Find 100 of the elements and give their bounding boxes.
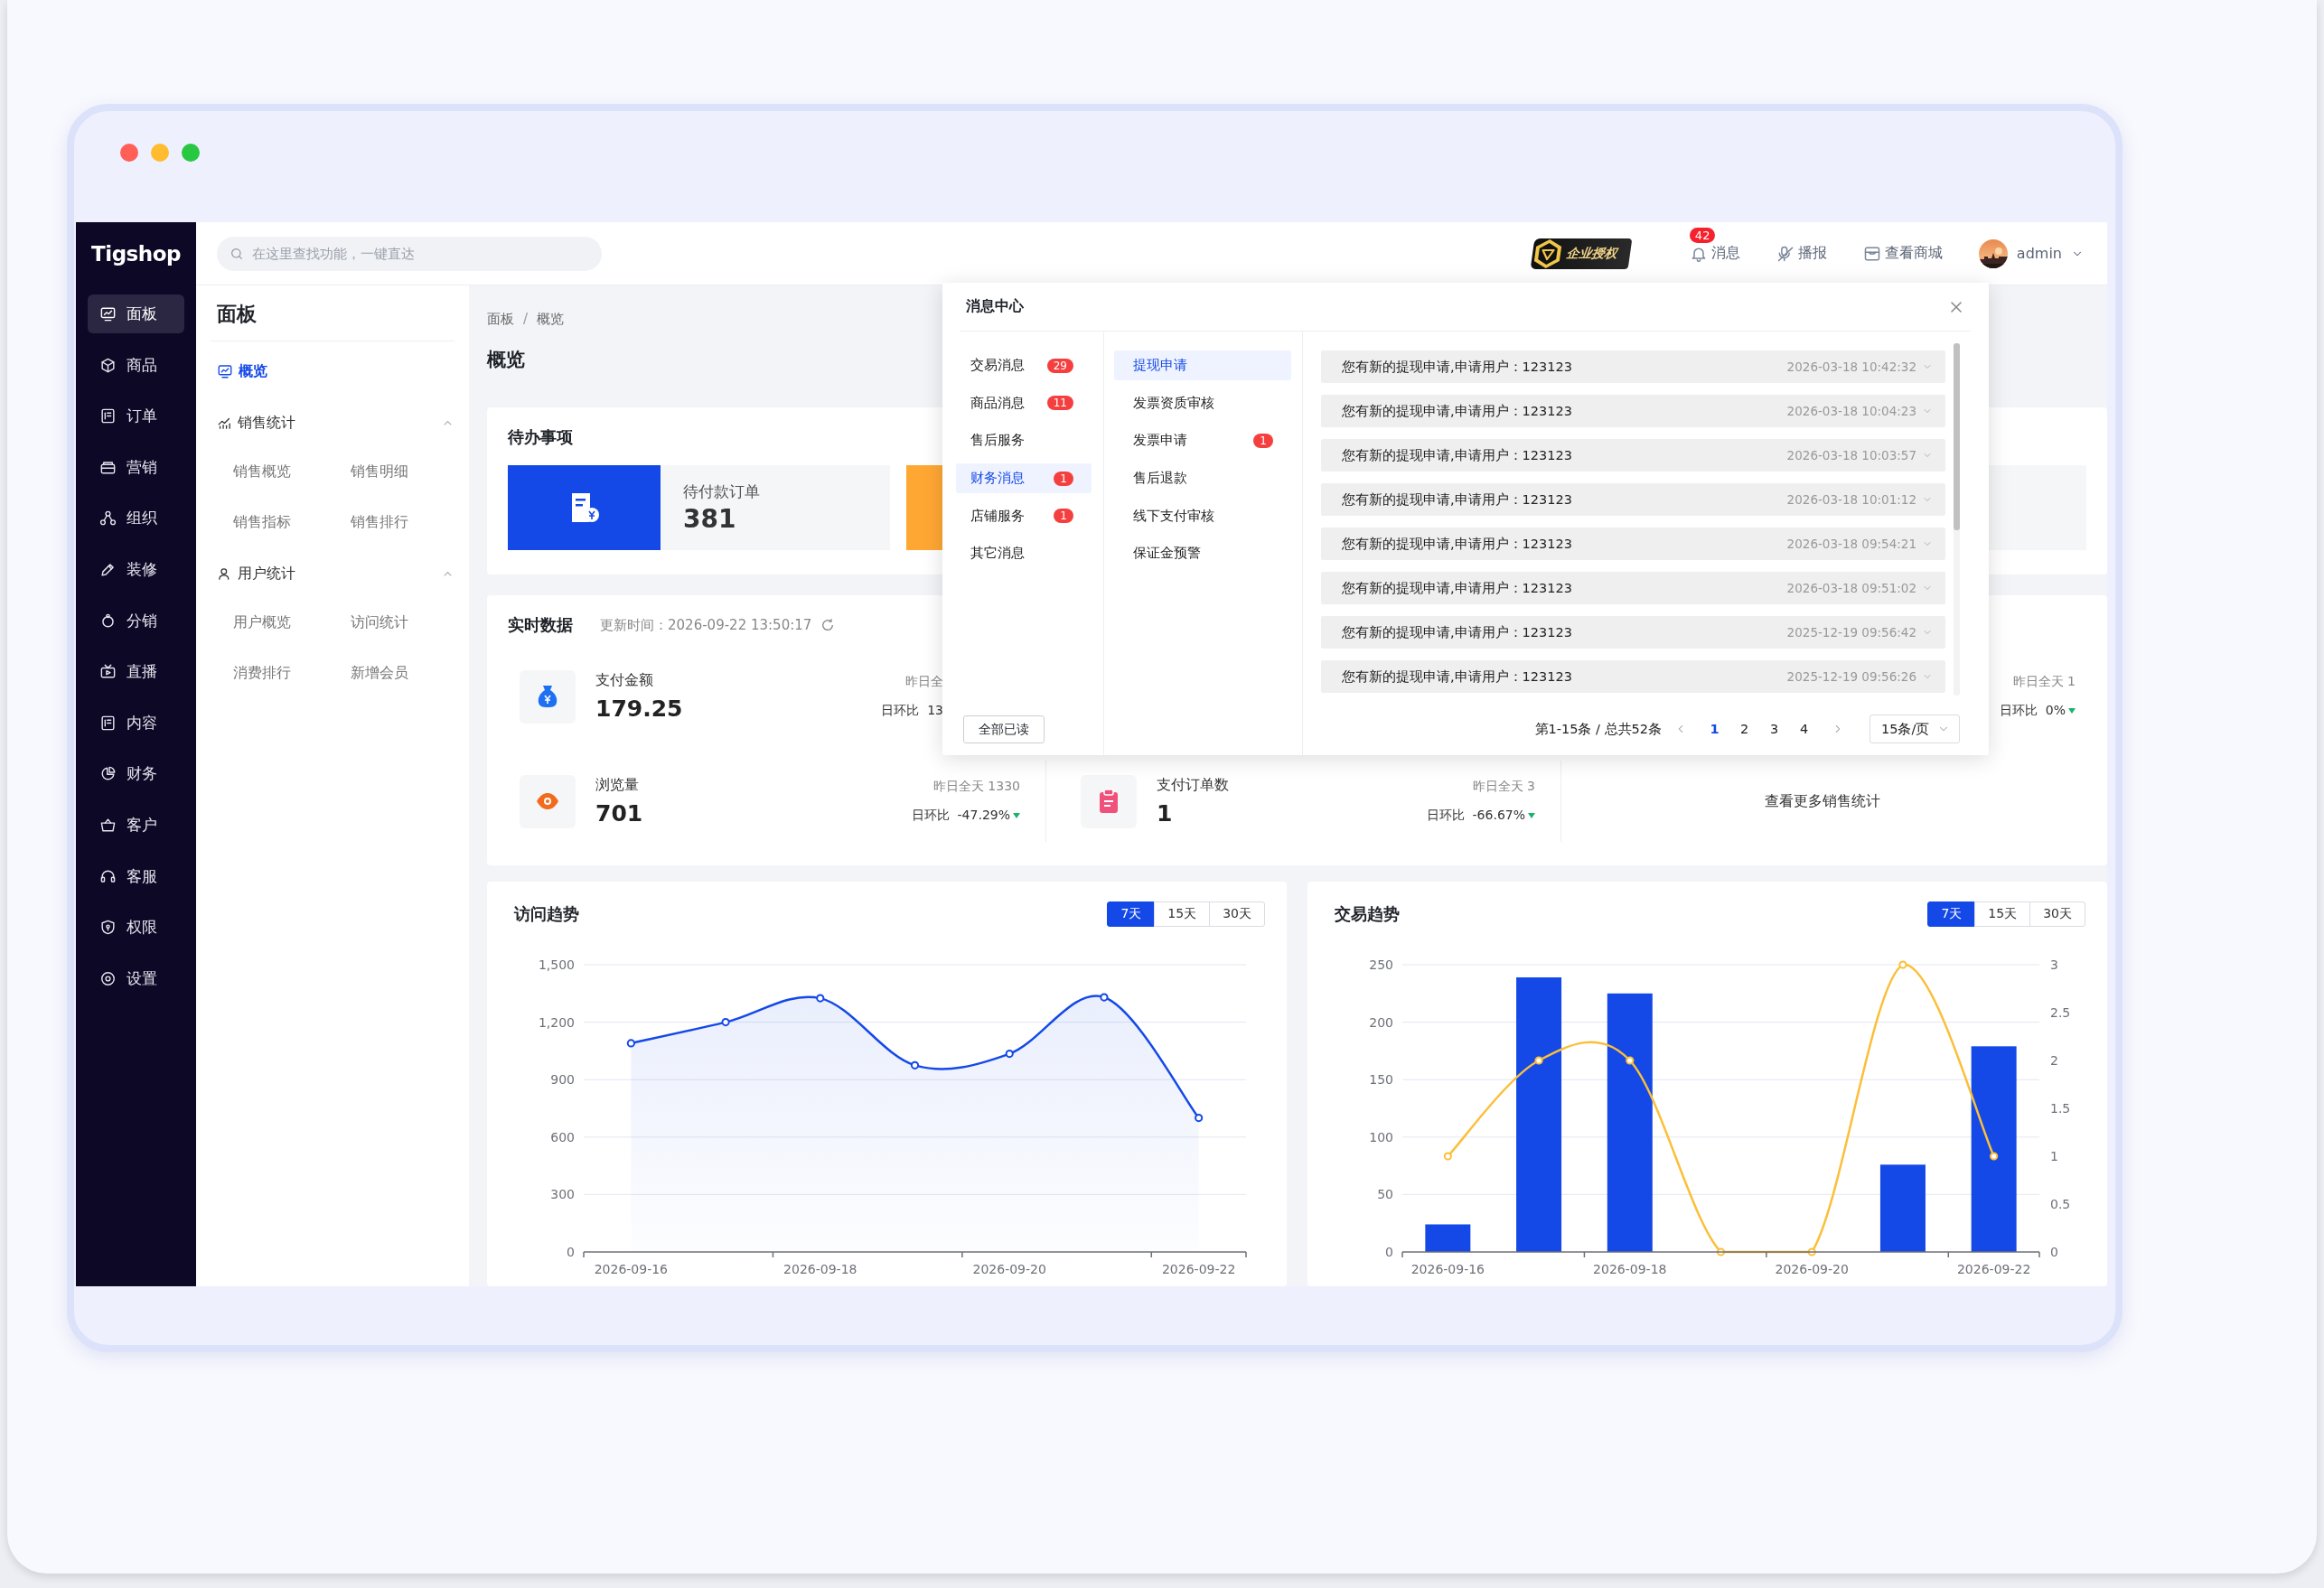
range-tab[interactable]: 15天 (1154, 901, 1211, 927)
message-row[interactable]: 您有新的提现申请,申请用户：123123 2026-03-18 09:54:21 (1321, 528, 1945, 560)
todo-tile[interactable] (906, 465, 942, 550)
sidebar-item[interactable]: 客户 (88, 805, 184, 845)
sidebar-item[interactable]: 设置 (88, 958, 184, 998)
message-subcategory[interactable]: 提现申请 (1114, 350, 1291, 380)
count-badge: 29 (1046, 358, 1073, 373)
message-category[interactable]: 财务消息 1 (956, 463, 1092, 494)
submenu-link[interactable]: 消费排行 (233, 655, 351, 691)
breadcrumb-separator: / (523, 310, 529, 329)
message-subcategory[interactable]: 发票资质审核 (1114, 388, 1291, 418)
submenu-link[interactable]: 销售指标 (233, 504, 351, 540)
window-minimize-button[interactable] (151, 143, 169, 162)
message-time: 2026-03-18 10:03:57 (1786, 448, 1916, 462)
sidebar-item[interactable]: 分销 (88, 601, 184, 640)
metric-label: 浏览量 (595, 776, 640, 795)
broadcast-button[interactable]: 播报 (1776, 244, 1827, 263)
submenu-link[interactable]: 用户概览 (233, 604, 351, 640)
axis-label: 200 (1369, 1014, 1393, 1030)
page-button[interactable]: 4 (1789, 722, 1819, 736)
sidebar-item[interactable]: 直播 (88, 652, 184, 692)
metric-value: 701 (595, 800, 643, 827)
mark-all-read-button[interactable]: 全部已读 (963, 715, 1045, 743)
range-tab[interactable]: 30天 (2029, 901, 2085, 927)
message-subcategory[interactable]: 售后退款 (1114, 463, 1291, 494)
message-time: 2026-03-18 10:04:23 (1786, 404, 1916, 418)
page-size-select[interactable]: 15条/页 (1870, 715, 1960, 743)
message-category[interactable]: 售后服务 (956, 425, 1092, 456)
license-badge[interactable]: 企业授权 (1530, 238, 1633, 269)
sidebar-item[interactable]: 客服 (88, 856, 184, 896)
axis-label: 150 (1369, 1072, 1393, 1088)
message-row[interactable]: 您有新的提现申请,申请用户：123123 2025-12-19 09:56:42 (1321, 616, 1945, 649)
submenu-group[interactable]: 用户统计 (211, 556, 454, 592)
message-row[interactable]: 您有新的提现申请,申请用户：123123 2026-03-18 10:42:32 (1321, 350, 1945, 383)
message-time: 2025-12-19 09:56:42 (1786, 625, 1916, 640)
message-row[interactable]: 您有新的提现申请,申请用户：123123 2025-12-19 09:56:26 (1321, 660, 1945, 693)
sidebar-item[interactable]: 营销 (88, 447, 184, 487)
notifications-button[interactable]: 消息 42 (1689, 228, 1740, 263)
scrollbar-thumb[interactable] (1954, 343, 1960, 530)
range-tab[interactable]: 7天 (1927, 901, 1976, 927)
window-zoom-button[interactable] (182, 143, 200, 162)
user-menu[interactable]: admin (1978, 238, 2084, 268)
count-badge: 1 (1253, 433, 1273, 448)
message-row[interactable]: 您有新的提现申请,申请用户：123123 2026-03-18 10:03:57 (1321, 439, 1945, 472)
settings-icon (99, 969, 117, 987)
refresh-icon[interactable] (820, 618, 836, 632)
breadcrumb-item[interactable]: 面板 (487, 307, 514, 331)
message-subcategory[interactable]: 发票申请 1 (1114, 425, 1291, 456)
submenu-link[interactable]: 销售排行 (351, 504, 459, 540)
sidebar-item[interactable]: 订单 (88, 397, 184, 436)
headset-icon (99, 867, 117, 885)
data-point (1990, 1152, 1999, 1161)
data-point (816, 994, 825, 1003)
more-link[interactable]: 查看更多销售统计 (1765, 791, 1880, 811)
sidebar-item[interactable]: 装修 (88, 549, 184, 589)
message-subcategory[interactable]: 保证金预警 (1114, 538, 1291, 569)
sidebar-item[interactable]: 组织 (88, 499, 184, 538)
sidebar-item[interactable]: 权限 (88, 908, 184, 948)
todo-tile[interactable] (508, 465, 661, 550)
sidebar-item[interactable]: 内容 (88, 703, 184, 743)
search-field[interactable]: 在这里查找功能，一键直达 (217, 236, 602, 271)
page-button[interactable]: 1 (1700, 722, 1729, 736)
cube-icon (99, 356, 117, 374)
submenu-link[interactable]: 访问统计 (351, 604, 459, 640)
message-subcategory[interactable]: 线下支付审核 (1114, 500, 1291, 531)
data-point (1005, 1050, 1014, 1059)
range-tab[interactable]: 30天 (1209, 901, 1265, 927)
data-point (1195, 1114, 1204, 1123)
yesterday-stat: 昨日全 (905, 674, 943, 690)
message-row[interactable]: 您有新的提现申请,申请用户：123123 2026-03-18 09:51:02 (1321, 572, 1945, 604)
sidebar-item[interactable]: 财务 (88, 754, 184, 794)
axis-label: 2026-09-20 (972, 1262, 1046, 1276)
submenu-link[interactable]: 新增会员 (351, 655, 459, 691)
message-text: 您有新的提现申请,申请用户：123123 (1342, 402, 1572, 420)
page-button[interactable]: 3 (1759, 722, 1789, 736)
message-category[interactable]: 店铺服务 1 (956, 500, 1092, 531)
axis-label: 3 (2050, 957, 2058, 972)
sidebar-item[interactable]: 面板 (88, 294, 184, 333)
message-category[interactable]: 其它消息 (956, 538, 1092, 569)
range-tab[interactable]: 15天 (1974, 901, 2031, 927)
message-category[interactable]: 交易消息 29 (956, 350, 1092, 380)
document-icon (99, 714, 117, 732)
message-row[interactable]: 您有新的提现申请,申请用户：123123 2026-03-18 10:01:12 (1321, 483, 1945, 516)
count-badge: 1 (1054, 471, 1073, 486)
submenu-link[interactable]: 销售概览 (233, 453, 351, 490)
range-tab[interactable]: 7天 (1107, 901, 1156, 927)
message-row[interactable]: 您有新的提现申请,申请用户：123123 2026-03-18 10:04:23 (1321, 395, 1945, 427)
submenu-item[interactable]: 概览 (211, 353, 454, 389)
message-category[interactable]: 商品消息 11 (956, 388, 1092, 418)
yesterday-stat: 昨日全天 3 (1472, 779, 1535, 795)
submenu-group[interactable]: 销售统计 (211, 405, 454, 441)
store-button[interactable]: 查看商城 (1862, 244, 1943, 263)
submenu-link[interactable]: 销售明细 (351, 453, 459, 490)
message-text: 您有新的提现申请,申请用户：123123 (1342, 623, 1572, 641)
axis-label: 2.5 (2050, 1005, 2071, 1020)
window-close-button[interactable] (120, 143, 138, 162)
sidebar-item[interactable]: 商品 (88, 345, 184, 385)
document-icon (99, 407, 117, 425)
page-button[interactable]: 2 (1729, 722, 1759, 736)
todo-label: 待付款订单 (683, 481, 761, 502)
